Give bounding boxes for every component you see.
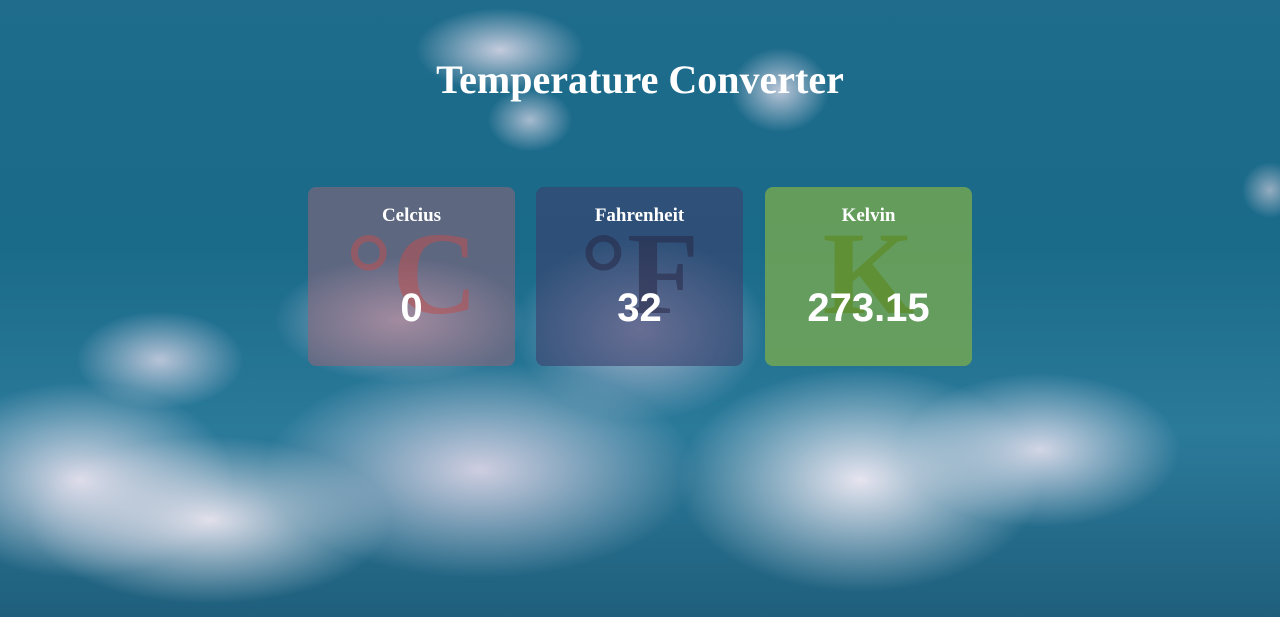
kelvin-input[interactable]: [765, 285, 972, 331]
fahrenheit-input[interactable]: [536, 285, 743, 331]
celsius-card: °C Celcius: [308, 187, 515, 366]
kelvin-label: Kelvin: [841, 205, 896, 226]
kelvin-card: K Kelvin: [765, 187, 972, 366]
converter-cards: °C Celcius °F Fahrenheit K Kelvin: [308, 187, 972, 366]
celsius-label: Celcius: [381, 205, 442, 226]
celsius-input[interactable]: [308, 285, 515, 331]
fahrenheit-label: Fahrenheit: [594, 205, 685, 226]
page-title: Temperature Converter: [436, 57, 844, 102]
fahrenheit-card: °F Fahrenheit: [536, 187, 743, 366]
